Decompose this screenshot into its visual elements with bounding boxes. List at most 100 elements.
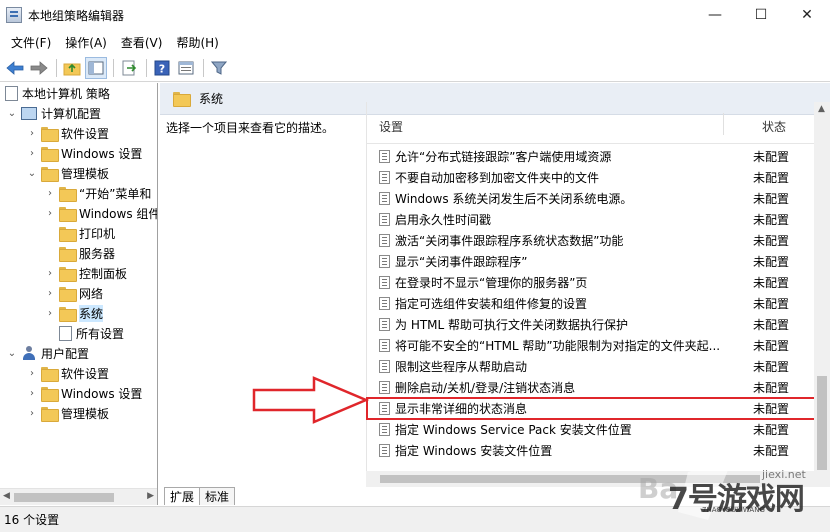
- setting-name: 显示“关闭事件跟踪程序”: [395, 255, 528, 269]
- setting-state: 未配置: [753, 318, 790, 332]
- expand-arrow-icon[interactable]: ›: [44, 207, 56, 219]
- setting-row[interactable]: 允许“分布式链接跟踪”客户端使用域资源 未配置: [367, 146, 815, 167]
- expand-arrow-icon[interactable]: ›: [44, 267, 56, 279]
- help-icon[interactable]: ?: [151, 57, 173, 79]
- expand-arrow-icon[interactable]: ›: [26, 367, 38, 379]
- policy-setting-icon: [379, 213, 390, 226]
- setting-row[interactable]: 将可能不安全的“HTML 帮助”功能限制为对指定的文件夹起... 未配置: [367, 335, 815, 356]
- up-folder-icon[interactable]: [61, 57, 83, 79]
- policy-setting-icon: [379, 360, 390, 373]
- setting-row[interactable]: 在登录时不显示“管理你的服务器”页 未配置: [367, 272, 815, 293]
- tree-item-all-settings[interactable]: 所有设置: [0, 323, 157, 343]
- tree-item-printers[interactable]: 打印机: [0, 223, 157, 243]
- expand-arrow-icon[interactable]: ›: [44, 287, 56, 299]
- tree-item-user-config[interactable]: ⌄ 用户配置: [0, 343, 157, 363]
- tree-item-root[interactable]: 本地计算机 策略: [0, 83, 157, 103]
- setting-state: 未配置: [753, 234, 790, 248]
- folder-icon: [41, 166, 59, 182]
- back-icon[interactable]: [4, 57, 26, 79]
- export-list-icon[interactable]: [118, 57, 140, 79]
- setting-row[interactable]: 删除启动/关机/登录/注销状态消息 未配置: [367, 377, 815, 398]
- tree-item-control-panel[interactable]: › 控制面板: [0, 263, 157, 283]
- setting-row[interactable]: 不要自动加密移到加密文件夹中的文件 未配置: [367, 167, 815, 188]
- setting-state: 未配置: [753, 381, 790, 395]
- setting-row[interactable]: 指定 Windows Service Pack 安装文件位置 未配置: [367, 419, 815, 440]
- folder-icon: [41, 146, 59, 162]
- setting-name: 在登录时不显示“管理你的服务器”页: [395, 276, 588, 290]
- setting-name: 显示非常详细的状态消息: [395, 402, 528, 416]
- tree-item-user-admin-templates[interactable]: › 管理模板: [0, 403, 157, 423]
- column-header-state[interactable]: 状态: [724, 118, 786, 135]
- tree-item-start-menu[interactable]: › “开始”菜单和: [0, 183, 157, 203]
- menu-view[interactable]: 查看(V): [114, 34, 170, 51]
- folder-icon: [41, 406, 59, 422]
- tree-item-windows-components[interactable]: › Windows 组件: [0, 203, 157, 223]
- menu-file[interactable]: 文件(F): [4, 34, 58, 51]
- policy-setting-icon: [379, 444, 390, 457]
- properties-icon[interactable]: [175, 57, 197, 79]
- setting-state: 未配置: [753, 255, 790, 269]
- policy-setting-icon: [379, 381, 390, 394]
- collapse-arrow-icon[interactable]: ⌄: [6, 107, 18, 119]
- expand-arrow-icon[interactable]: ›: [26, 387, 38, 399]
- tab-standard[interactable]: 标准: [199, 487, 236, 505]
- tab-expanded[interactable]: 扩展: [164, 487, 201, 505]
- tree-item-user-software-settings[interactable]: › 软件设置: [0, 363, 157, 383]
- folder-icon: [59, 186, 77, 202]
- expand-arrow-icon[interactable]: ›: [26, 407, 38, 419]
- tree-item-network[interactable]: › 网络: [0, 283, 157, 303]
- filter-icon[interactable]: [208, 57, 230, 79]
- setting-state: 未配置: [753, 402, 790, 416]
- list-vertical-scrollbar[interactable]: ▲ ▼: [814, 102, 830, 487]
- setting-row[interactable]: 为 HTML 帮助可执行文件关闭数据执行保护 未配置: [367, 314, 815, 335]
- computer-icon: [21, 106, 37, 120]
- tree-item-software-settings[interactable]: › 软件设置: [0, 123, 157, 143]
- folder-icon: [173, 92, 191, 107]
- tree-item-server[interactable]: 服务器: [0, 243, 157, 263]
- menu-help[interactable]: 帮助(H): [169, 34, 225, 51]
- close-button[interactable]: ✕: [784, 0, 830, 30]
- column-header-setting[interactable]: 设置: [367, 118, 723, 135]
- minimize-button[interactable]: —: [692, 0, 738, 30]
- maximize-button[interactable]: ☐: [738, 0, 784, 30]
- setting-row[interactable]: 显示“关闭事件跟踪程序” 未配置: [367, 251, 815, 272]
- tree-item-windows-settings[interactable]: › Windows 设置: [0, 143, 157, 163]
- status-text: 16 个设置: [4, 513, 60, 527]
- scroll-right-icon[interactable]: ▶: [147, 491, 154, 501]
- tree-horizontal-scrollbar[interactable]: ◀ ▶: [0, 488, 157, 505]
- toolbar-separator: [56, 58, 57, 77]
- policy-setting-icon: [379, 318, 390, 331]
- setting-name: 不要自动加密移到加密文件夹中的文件: [395, 171, 600, 185]
- setting-name: 删除启动/关机/登录/注销状态消息: [395, 381, 576, 395]
- tree-item-computer-config[interactable]: ⌄ 计算机配置: [0, 103, 157, 123]
- expand-arrow-icon[interactable]: ›: [44, 307, 56, 319]
- tree-item-admin-templates[interactable]: ⌄ 管理模板: [0, 163, 157, 183]
- show-hide-tree-icon[interactable]: [85, 56, 107, 79]
- scroll-up-icon[interactable]: ▲: [818, 104, 825, 114]
- setting-row[interactable]: 启用永久性时间戳 未配置: [367, 209, 815, 230]
- toolbar: ?: [0, 54, 830, 82]
- setting-row[interactable]: 限制这些程序从帮助启动 未配置: [367, 356, 815, 377]
- menu-bar: 文件(F) 操作(A) 查看(V) 帮助(H): [0, 30, 830, 54]
- tree-pane[interactable]: 本地计算机 策略 ⌄ 计算机配置 › 软件设置 › Windows 设置 ⌄ 管…: [0, 83, 158, 505]
- expand-arrow-icon[interactable]: ›: [44, 187, 56, 199]
- folder-icon: [41, 126, 59, 142]
- expand-arrow-icon[interactable]: ›: [26, 147, 38, 159]
- setting-row[interactable]: 激活“关闭事件跟踪程序系统状态数据”功能 未配置: [367, 230, 815, 251]
- collapse-arrow-icon[interactable]: ⌄: [6, 347, 18, 359]
- folder-icon: [59, 246, 77, 262]
- setting-row[interactable]: 显示非常详细的状态消息 未配置: [366, 397, 816, 420]
- tree-item-user-windows-settings[interactable]: › Windows 设置: [0, 383, 157, 403]
- menu-action[interactable]: 操作(A): [58, 34, 114, 51]
- policy-setting-icon: [379, 423, 390, 436]
- collapse-arrow-icon[interactable]: ⌄: [26, 167, 38, 179]
- setting-row[interactable]: 指定可选组件安装和组件修复的设置 未配置: [367, 293, 815, 314]
- title-bar: 本地组策略编辑器 — ☐ ✕: [0, 0, 830, 30]
- expand-arrow-icon[interactable]: ›: [26, 127, 38, 139]
- forward-icon[interactable]: [28, 57, 50, 79]
- tree-item-system[interactable]: › 系统: [0, 303, 157, 323]
- setting-row[interactable]: Windows 系统关闭发生后不关闭系统电源。 未配置: [367, 188, 815, 209]
- scrollbar-thumb[interactable]: [14, 493, 114, 502]
- scroll-left-icon[interactable]: ◀: [3, 491, 10, 501]
- description-text: 选择一个项目来查看它的描述。: [166, 121, 335, 135]
